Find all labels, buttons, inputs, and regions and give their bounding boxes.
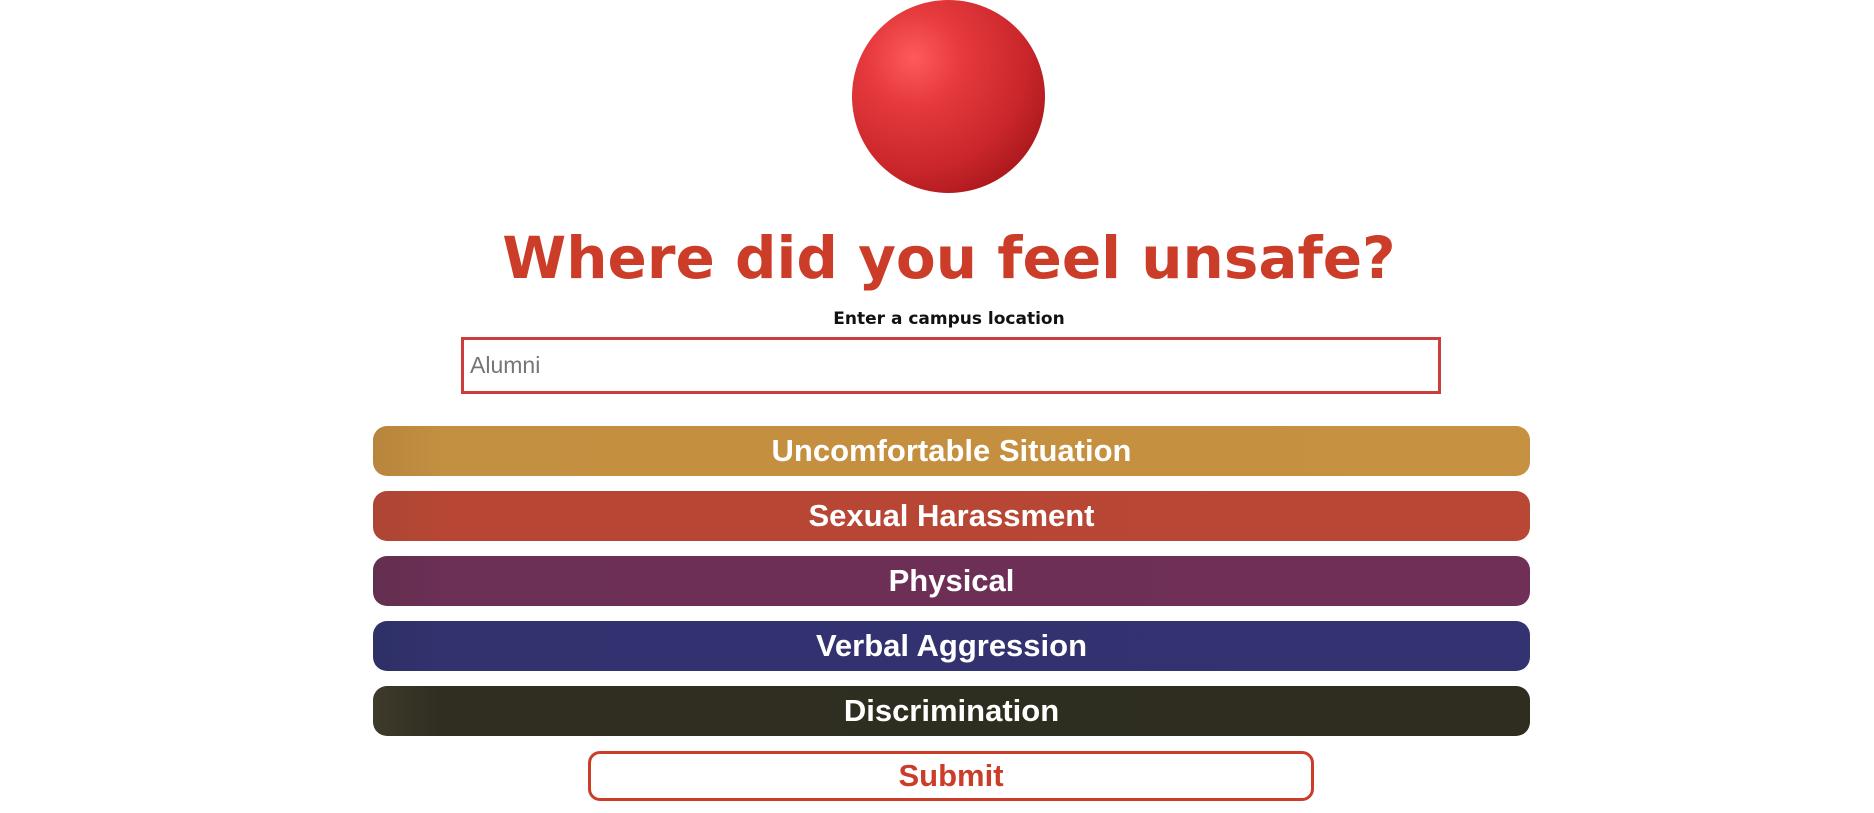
category-uncomfortable-situation-button[interactable]: Uncomfortable Situation — [373, 426, 1530, 476]
category-verbal-aggression-button[interactable]: Verbal Aggression — [373, 621, 1530, 671]
category-discrimination-button[interactable]: Discrimination — [373, 686, 1530, 736]
location-input[interactable] — [461, 337, 1441, 394]
category-physical-button[interactable]: Physical — [373, 556, 1530, 606]
location-label: Enter a campus location — [833, 309, 1065, 329]
red-ball-logo — [852, 0, 1045, 193]
category-sexual-harassment-button[interactable]: Sexual Harassment — [373, 491, 1530, 541]
submit-button[interactable]: Submit — [588, 751, 1314, 801]
page: Where did you feel unsafe? Enter a campu… — [0, 0, 1874, 813]
page-title: Where did you feel unsafe? — [502, 224, 1396, 292]
